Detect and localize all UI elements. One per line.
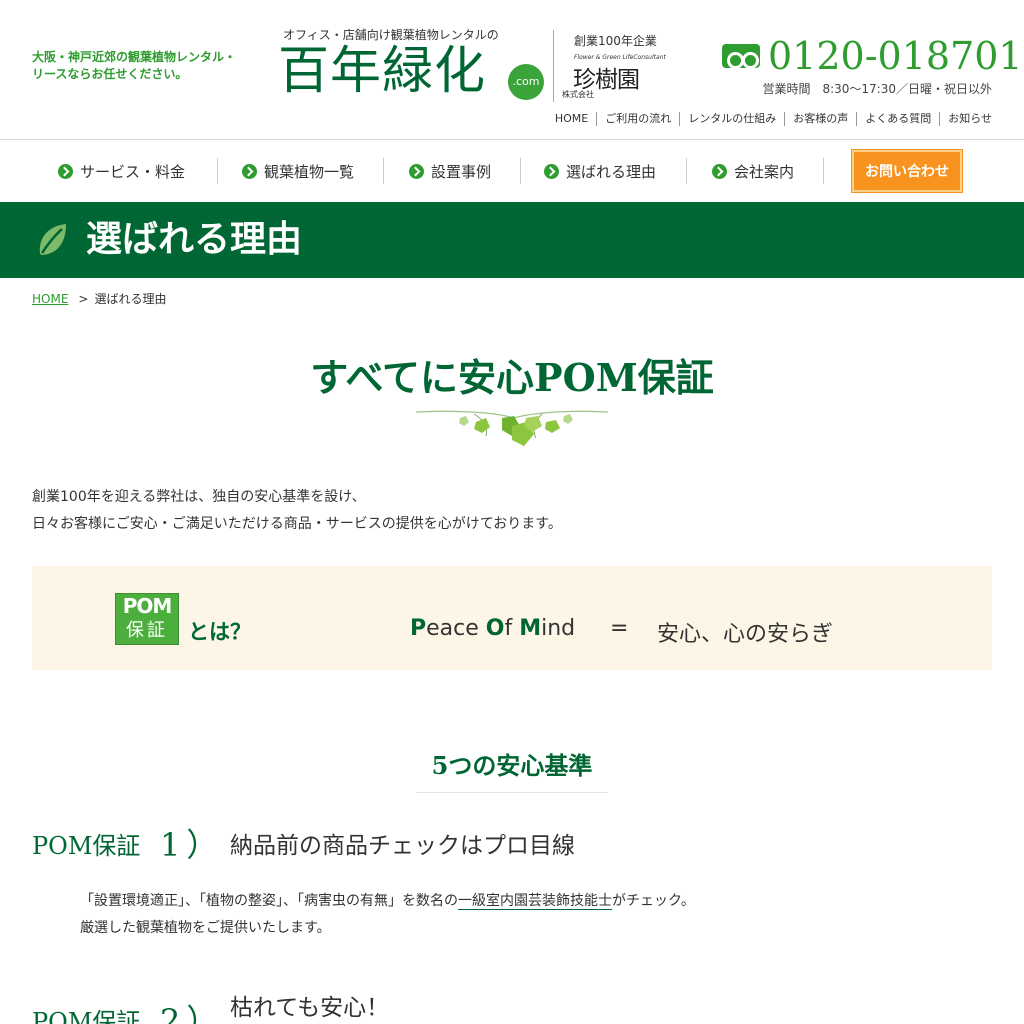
subnav-home[interactable]: HOME: [547, 112, 596, 126]
logo-wordmark: 百年緑化: [278, 42, 487, 101]
nav-item-label: 観葉植物一覧: [264, 162, 355, 181]
pom-item-title: 納品前の商品チェックはプロ目線: [230, 833, 575, 859]
subnav-rental-system[interactable]: レンタルの仕組み: [679, 112, 784, 126]
nav-item-label: 選ばれる理由: [566, 162, 657, 181]
breadcrumb-separator: >: [78, 292, 89, 306]
pom-equals: =: [610, 616, 629, 641]
technician-link[interactable]: 一級室内園芸装飾技能士: [458, 893, 612, 910]
nav-divider: [823, 158, 824, 184]
subnav-voices[interactable]: お客様の声: [784, 112, 856, 126]
nav-item-company[interactable]: 会社案内: [712, 150, 794, 192]
pom-definition-box: POM 保証 とは？ Peace Of Mind = 安心、心の安らぎ: [32, 566, 992, 670]
global-nav: サービス・料金 観葉植物一覧 設置事例 選ばれる理由 会社案内 お問い合わせ: [32, 150, 992, 192]
nav-item-label: サービス・料金: [80, 162, 186, 181]
site-logo[interactable]: オフィス・店舗向け観葉植物レンタルの 百年緑化 .com: [278, 26, 548, 106]
nav-item-cases[interactable]: 設置事例: [409, 150, 491, 192]
header-divider: [553, 30, 554, 102]
nav-divider: [217, 158, 218, 184]
pom-item-title: 枯れても安心！: [230, 995, 390, 1021]
business-hours: 営業時間 8:30〜17:30／日曜・祝日以外: [762, 82, 992, 96]
pom-meaning: 安心、心の安らぎ: [657, 622, 834, 647]
nav-item-label: 会社案内: [734, 162, 795, 181]
subnav-faq[interactable]: よくある質問: [856, 112, 939, 126]
arrow-right-icon: [544, 163, 559, 179]
pom-item-line: 厳選した観葉植物をご提供いたします。: [80, 920, 331, 936]
nav-divider: [686, 158, 687, 184]
breadcrumb-home[interactable]: HOME: [32, 292, 68, 306]
company-caption: 創業100年企業: [574, 34, 657, 48]
pom-towa: とは？: [188, 620, 251, 644]
subnav-flow[interactable]: ご利用の流れ: [596, 112, 679, 126]
pom-item-number: 1）: [160, 826, 225, 864]
pom-badge-bottom: 保証: [126, 620, 168, 641]
nav-divider: [520, 158, 521, 184]
intro-line: 創業100年を迎える弊社は、独自の安心基準を設け、: [32, 489, 366, 505]
site-tagline: 大阪・神戸近郊の観葉植物レンタル・リースならお任せください。: [32, 50, 237, 81]
criteria-heading: 5つの安心基準: [416, 748, 608, 793]
leaf-icon: [39, 224, 66, 255]
page-title: 選ばれる理由: [86, 219, 303, 260]
intro-line: 日々お客様にご安心・ご満足いただける商品・サービスの提供を心がけております。: [32, 516, 562, 532]
arrow-right-icon: [58, 163, 73, 179]
nav-item-label: 設置事例: [431, 162, 492, 181]
nav-item-services[interactable]: サービス・料金: [58, 150, 185, 192]
pom-item-text: 「設置環境適正」、「植物の整姿」、「病害虫の有無」を数名の一級室内園芸装飾技能士…: [80, 888, 695, 942]
company-prefix: 株式会社: [562, 90, 594, 99]
arrow-right-icon: [242, 163, 257, 179]
pom-item-label: POM保証: [32, 1008, 141, 1024]
intro-text: 創業100年を迎える弊社は、独自の安心基準を設け、 日々お客様にご安心・ご満足い…: [32, 484, 562, 538]
arrow-right-icon: [712, 163, 727, 179]
pom-badge-top: POM: [122, 594, 173, 618]
company-logo: 創業100年企業 Flower & Green LifeConsultant 珍…: [560, 32, 690, 104]
logo-com-badge: .com: [508, 64, 544, 100]
pom-badge-icon: POM 保証: [115, 593, 179, 645]
free-dial-icon: [722, 44, 760, 69]
arrow-right-icon: [409, 163, 424, 179]
section-heading: すべてに安心POM保証: [310, 355, 714, 400]
nav-divider: [383, 158, 384, 184]
subnav-news[interactable]: お知らせ: [939, 112, 992, 126]
pom-item-line: 「設置環境適正」、「植物の整姿」、「病害虫の有無」を数名の一級室内園芸装飾技能士…: [80, 893, 695, 910]
nav-item-reasons[interactable]: 選ばれる理由: [544, 150, 656, 192]
pom-item-number: 2）: [160, 1002, 225, 1024]
breadcrumb: HOME > 選ばれる理由: [32, 290, 166, 307]
contact-button[interactable]: お問い合わせ: [852, 150, 962, 192]
breadcrumb-current: 選ばれる理由: [94, 292, 167, 306]
site-header: 大阪・神戸近郊の観葉植物レンタル・リースならお任せください。 オフィス・店舗向け…: [0, 0, 1024, 140]
pom-acronym: Peace Of Mind: [410, 616, 576, 641]
phone-number[interactable]: 0120-018701: [768, 34, 1023, 78]
utility-nav: HOME ご利用の流れ レンタルの仕組み お客様の声 よくある質問 お知らせ: [547, 112, 992, 126]
vine-ornament: [415, 410, 609, 446]
page-title-band: 選ばれる理由: [0, 202, 1024, 278]
nav-item-plants[interactable]: 観葉植物一覧: [242, 150, 354, 192]
pom-item-label: POM保証: [32, 832, 141, 860]
